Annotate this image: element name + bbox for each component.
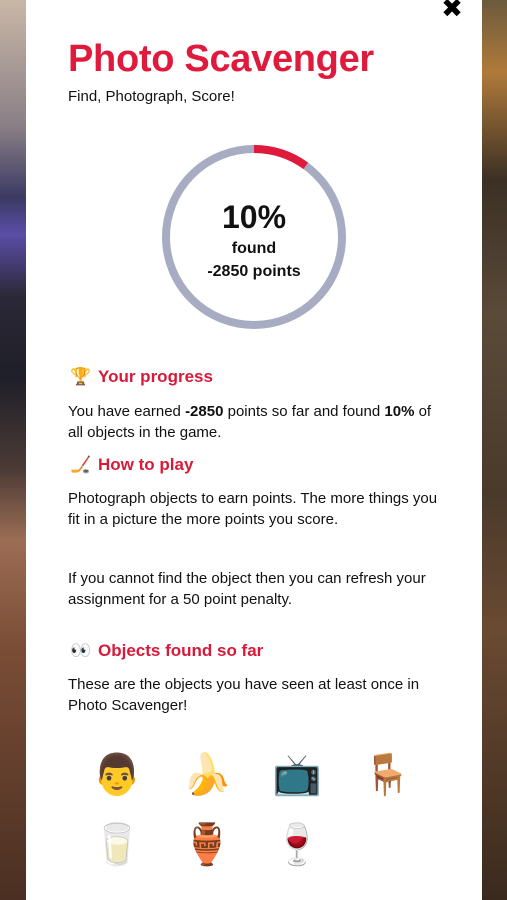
found-object-banana-icon: 🍌 <box>182 753 232 797</box>
summary-points: -2850 <box>185 403 224 420</box>
background-right <box>482 0 507 900</box>
background-left <box>0 0 26 900</box>
heading-label: How to play <box>98 455 194 474</box>
objects-description: These are the objects you have seen at l… <box>68 676 420 714</box>
page-title: Photo Scavenger <box>68 38 374 80</box>
progress-ring-labels: 10% found -2850 points <box>160 143 348 331</box>
summary-text: points so far and found <box>223 403 385 420</box>
how-to-play-text-2: If you cannot find the object then you c… <box>68 570 426 608</box>
trophy-icon: 🏆 <box>70 367 92 386</box>
page-subtitle: Find, Photograph, Score! <box>68 88 235 105</box>
progress-summary: You have earned -2850 points so far and … <box>68 401 438 443</box>
section-heading-progress: 🏆 Your progress <box>70 367 213 387</box>
hockey-stick-icon: 🏒 <box>70 455 92 474</box>
close-icon[interactable]: ✖ <box>440 0 464 21</box>
section-heading-how-to-play: 🏒 How to play <box>70 455 193 475</box>
percent-found-value: 10% <box>221 199 287 235</box>
heading-label: Objects found so far <box>98 641 264 660</box>
how-to-play-text-1: Photograph objects to earn points. The m… <box>68 490 438 528</box>
found-object-chair-icon: 🪑 <box>362 753 412 797</box>
found-object-television-icon: 📺 <box>272 753 322 797</box>
summary-percent: 10% <box>384 403 415 420</box>
found-object-man-icon: 👨 <box>92 753 142 797</box>
heading-label: Your progress <box>98 367 213 386</box>
summary-text: You have earned <box>68 403 186 420</box>
found-object-wine-glass-icon: 🍷 <box>272 823 322 867</box>
eyes-icon: 👀 <box>70 641 92 660</box>
points-value: -2850 points <box>207 263 301 280</box>
found-object-vase-icon: 🏺 <box>182 823 232 867</box>
found-label: found <box>231 240 277 257</box>
section-heading-objects: 👀 Objects found so far <box>70 641 263 661</box>
found-object-milk-icon: 🥛 <box>92 823 142 867</box>
